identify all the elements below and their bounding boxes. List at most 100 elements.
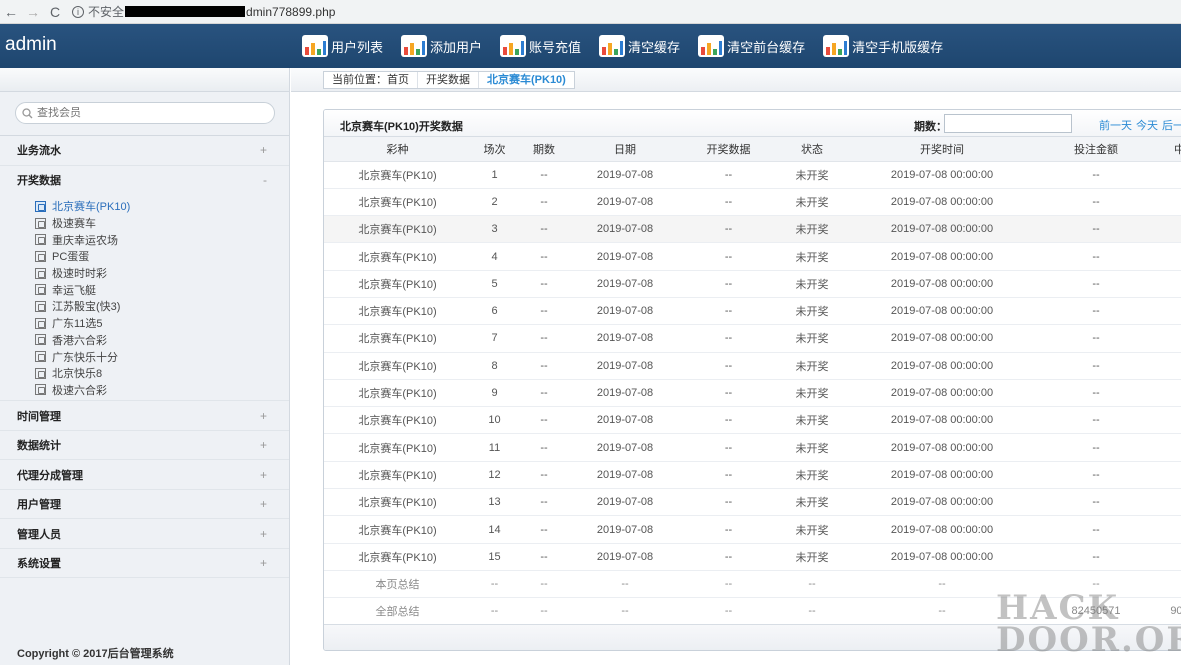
table-cell: 北京赛车(PK10) xyxy=(324,215,471,244)
submenu-item-hk-mark-six[interactable]: 香港六合彩 xyxy=(35,332,289,349)
previous-day-link[interactable]: 前一天 xyxy=(1099,120,1132,132)
table-row: 北京赛车(PK10) 6 -- 2019-07-08 -- 未开奖 2019-07-08 0… xyxy=(324,297,1181,326)
table-row: 北京赛车(PK10) 13 -- 2019-07-08 -- 未开奖 2019-07-08 … xyxy=(324,488,1181,517)
address-bar[interactable]: i 不安全 dmin778899.php xyxy=(72,3,335,20)
table-cell: -- xyxy=(570,597,680,626)
column-header: 日期 xyxy=(570,137,680,162)
table-cell: 本页总结 xyxy=(324,570,471,599)
table-cell: 10 xyxy=(471,406,518,435)
topnav-add-user[interactable]: 添加用户 xyxy=(401,35,482,57)
table-cell: 2019-07-08 00:00:00 xyxy=(847,352,1037,380)
breadcrumb-current[interactable]: 北京赛车(PK10) xyxy=(479,72,574,88)
submenu-item-bjpk10[interactable]: 北京赛车(PK10) xyxy=(35,198,289,215)
copyright: Copyright © 2017后台管理系统 xyxy=(17,648,174,660)
table-cell: -- xyxy=(777,597,847,626)
table-cell: -- xyxy=(1037,433,1155,462)
submenu-item-pc-egg[interactable]: PC蛋蛋 xyxy=(35,248,289,265)
submenu-item-cq-lucky-farm[interactable]: 重庆幸运农场 xyxy=(35,231,289,248)
table-cell: -- xyxy=(518,242,570,271)
table-cell: 2019-07-08 xyxy=(570,161,680,189)
menu-group-system-settings[interactable]: 系统设置 + xyxy=(0,549,289,579)
submenu-item-lucky-airship[interactable]: 幸运飞艇 xyxy=(35,281,289,298)
expand-icon: + xyxy=(259,408,267,423)
table-cell: -- xyxy=(1037,324,1155,353)
topnav-clear-cache[interactable]: 清空缓存 xyxy=(599,35,680,57)
submenu-item-speed-mark-six[interactable]: 极速六合彩 xyxy=(35,382,289,399)
search-box[interactable] xyxy=(15,102,275,124)
table-cell xyxy=(1155,270,1181,298)
table-cell xyxy=(1155,352,1181,380)
submenu-item-speed-ssc[interactable]: 极速时时彩 xyxy=(35,265,289,282)
today-link[interactable]: 今天 xyxy=(1136,120,1158,132)
submenu-item-gd-happy-ten[interactable]: 广东快乐十分 xyxy=(35,348,289,365)
table-cell: 11 xyxy=(471,433,518,462)
topnav-clear-frontend-cache[interactable]: 清空前台缓存 xyxy=(698,35,805,57)
topnav-user-list[interactable]: 用户列表 xyxy=(302,35,383,57)
next-day-link[interactable]: 后一天 xyxy=(1162,120,1181,132)
menu-group-statistics[interactable]: 数据统计 + xyxy=(0,431,289,461)
table-cell: 2019-07-08 00:00:00 xyxy=(847,433,1037,462)
table-cell: 北京赛车(PK10) xyxy=(324,324,471,353)
table-row: 北京赛车(PK10) 2 -- 2019-07-08 -- 未开奖 2019-07-08 0… xyxy=(324,188,1181,217)
table-cell: -- xyxy=(1037,543,1155,571)
search-input[interactable] xyxy=(37,107,257,119)
table-cell: -- xyxy=(680,161,777,189)
table-cell: 2019-07-08 xyxy=(570,515,680,544)
submenu-item-js-k3[interactable]: 江苏骰宝(快3) xyxy=(35,298,289,315)
table-cell: 北京赛车(PK10) xyxy=(324,433,471,462)
topnav-recharge[interactable]: 账号充值 xyxy=(500,35,581,57)
table-cell: 北京赛车(PK10) xyxy=(324,297,471,326)
table-cell: 北京赛车(PK10) xyxy=(324,543,471,571)
expand-icon: + xyxy=(259,556,267,570)
submenu-item-gd-11x5[interactable]: 广东11选5 xyxy=(35,315,289,332)
table-row: 北京赛车(PK10) 12 -- 2019-07-08 -- 未开奖 2019-07-08 … xyxy=(324,461,1181,490)
table-cell: 905 xyxy=(1155,597,1181,626)
table-cell: 2019-07-08 xyxy=(570,324,680,353)
square-icon xyxy=(35,367,46,379)
breadcrumb-lottery-results[interactable]: 开奖数据 xyxy=(418,72,479,88)
table-cell: 2019-07-08 00:00:00 xyxy=(847,297,1037,326)
table-cell xyxy=(1155,406,1181,435)
submenu-item-bj-happy-8[interactable]: 北京快乐8 xyxy=(35,365,289,382)
bar-chart-icon xyxy=(401,35,428,57)
square-icon xyxy=(35,200,46,212)
menu-group-agent-commission[interactable]: 代理分成管理 + xyxy=(0,460,289,490)
table-cell: -- xyxy=(518,352,570,380)
bar-chart-icon xyxy=(599,35,626,57)
table-cell xyxy=(1155,543,1181,571)
menu-group-label: 系统设置 xyxy=(17,558,61,570)
forward-arrow-icon[interactable]: → xyxy=(22,4,44,20)
topnav-clear-mobile-cache[interactable]: 清空手机版缓存 xyxy=(823,35,943,57)
panel-header: 北京赛车(PK10)开奖数据 期数： 前一天今天后一天 xyxy=(324,110,1181,137)
topnav-label: 用户列表 xyxy=(331,39,384,55)
submenu-item-speed-racing[interactable]: 极速赛车 xyxy=(35,215,289,232)
reload-icon[interactable]: C xyxy=(44,4,66,20)
menu-group-administrators[interactable]: 管理人员 + xyxy=(0,519,289,549)
table-cell: 5 xyxy=(471,270,518,298)
menu-group-time-management[interactable]: 时间管理 + xyxy=(0,401,289,431)
back-arrow-icon[interactable]: ← xyxy=(0,4,22,20)
table-cell: 2019-07-08 00:00:00 xyxy=(847,379,1037,408)
submenu-item-label: 香港六合彩 xyxy=(52,334,107,347)
table-cell: 北京赛车(PK10) xyxy=(324,270,471,298)
submenu-item-label: 广东快乐十分 xyxy=(52,351,118,364)
submenu-item-label: 极速时时彩 xyxy=(52,268,107,281)
expand-icon: + xyxy=(259,143,267,158)
table-cell: 北京赛车(PK10) xyxy=(324,161,471,189)
topnav-label: 添加用户 xyxy=(430,39,483,55)
column-header: 彩种 xyxy=(324,137,471,162)
table-cell: -- xyxy=(680,597,777,626)
breadcrumb-home[interactable]: 当前位置：首页 xyxy=(324,72,418,88)
menu-group-business-flow[interactable]: 业务流水 + xyxy=(0,136,289,166)
menu-group-user-management[interactable]: 用户管理 + xyxy=(0,490,289,520)
table-cell: 82450571 xyxy=(1037,597,1155,626)
table-cell: 未开奖 xyxy=(777,188,847,217)
issue-number-input[interactable] xyxy=(944,114,1072,133)
menu-group-lottery-results[interactable]: 开奖数据 - xyxy=(0,166,289,196)
table-cell: 2019-07-08 00:00:00 xyxy=(847,543,1037,571)
table-cell: 14 xyxy=(471,515,518,544)
table-cell: 2019-07-08 xyxy=(570,488,680,517)
table-cell: 未开奖 xyxy=(777,488,847,517)
table-cell xyxy=(1155,488,1181,517)
bar-chart-icon xyxy=(302,35,328,57)
